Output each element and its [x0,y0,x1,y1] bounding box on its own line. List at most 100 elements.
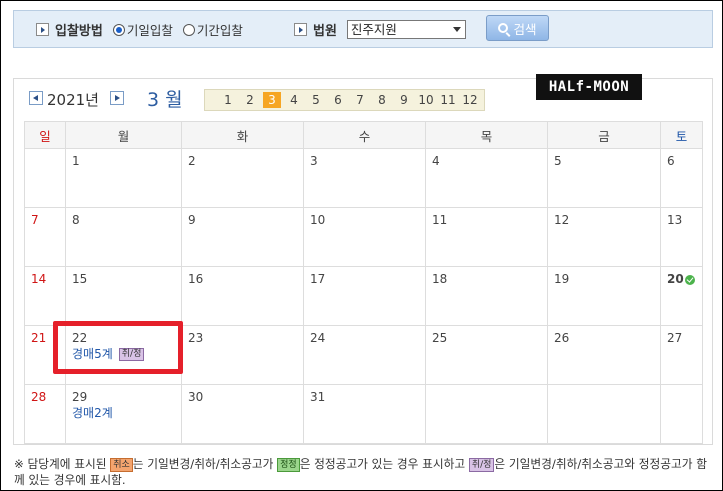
calendar-day-cell: 1 [65,148,182,208]
bid-method-label: 입찰방법 [55,24,103,39]
day-number: 10 [310,213,326,227]
calendar-day-cell: 10 [303,207,426,267]
day-number: 13 [667,213,683,227]
month-item-2[interactable]: 2 [239,93,261,107]
calendar-day-cell: 2 [181,148,304,208]
legend-text-2: 은 정정공고가 있는 경우 표시하고 [299,457,466,471]
search-button-label: 검색 [513,21,537,37]
calendar-grid: 일월화수목금토 1 2 3 4 5 6 7 8 9 10 11 12 13 14 15 16 17 18 19 20 2… [24,121,703,444]
day-number: 11 [432,213,448,227]
day-number: 24 [310,331,326,345]
legend-note: ※ 담당계에 표시된 취소 는 기일변경/취하/취소공고가 정정 은 정정공고가 있… [14,456,714,488]
day-number: 17 [310,272,326,286]
day-number: 5 [554,154,562,168]
calendar-day-cell: 15 [65,266,182,326]
calendar-body: 1 2 3 4 5 6 7 8 9 10 11 12 13 14 15 16 17 18 19 20 21 22 경매5계 취… [24,148,703,444]
search-icon [498,23,509,33]
court-dept-entry: 경매2계 [72,404,175,421]
next-year-button[interactable] [110,91,124,105]
month-item-6[interactable]: 6 [327,93,349,107]
month-item-4[interactable]: 4 [283,93,305,107]
calendar-day-cell [24,148,66,208]
calendar-day-cell: 30 [181,384,304,444]
month-item-11[interactable]: 11 [437,93,459,107]
day-number: 18 [432,272,448,286]
day-number: 15 [72,272,88,286]
day-number: 30 [188,390,204,404]
calendar-day-cell: 18 [425,266,548,326]
day-number: 27 [667,331,683,345]
watermark-logo: HALf-MOON [536,74,642,100]
calendar-day-cell: 29 경매2계 [65,384,182,444]
radio-unselected-icon[interactable] [182,23,195,36]
prev-year-button[interactable] [29,91,43,105]
arrow-right-icon [294,23,307,36]
calendar-day-cell: 25 [425,325,548,385]
calendar-day-cell: 6 [660,148,703,208]
calendar-day-cell [660,384,703,444]
month-item-5[interactable]: 5 [305,93,327,107]
court-select[interactable]: 진주지원 [346,20,466,39]
calendar-day-cell: 12 [547,207,661,267]
legend-prefix: ※ 담당계에 표시된 [14,457,107,471]
calendar-day-cell: 31 [303,384,426,444]
search-button[interactable]: 검색 [486,15,549,41]
legend-badge-both: 취/정 [468,457,495,472]
calendar-day-cell: 11 [425,207,548,267]
calendar-week-row: 7 8 9 10 11 12 13 [24,207,703,267]
calendar-panel: 2021년 3 월 1 2 3 4 5 6 7 8 9 10 11 12 HALf-MOON 일월화수… [13,74,713,445]
calendar-day-cell: 27 [660,325,703,385]
day-number: 16 [188,272,204,286]
day-number: 9 [188,213,196,227]
calendar-day-cell: 13 [660,207,703,267]
month-item-7[interactable]: 7 [349,93,371,107]
calendar-day-cell: 7 [24,207,66,267]
month-item-3[interactable]: 3 [263,92,281,108]
calendar-week-row: 1 2 3 4 5 6 [24,148,703,208]
day-number: 8 [72,213,80,227]
calendar-day-cell: 17 [303,266,426,326]
highlight-box [53,321,183,374]
arrow-right-icon [36,23,49,36]
day-number: 12 [554,213,570,227]
month-selector: 1 2 3 4 5 6 7 8 9 10 11 12 [204,89,485,111]
day-number: 14 [31,272,47,286]
calendar-day-cell: 8 [65,207,182,267]
month-item-10[interactable]: 10 [415,93,437,107]
radio-period-bid[interactable]: 기간입찰 [182,20,243,39]
calendar-day-cell: 16 [181,266,304,326]
month-label: 3 월 [147,89,183,111]
chevron-down-icon[interactable] [452,27,461,32]
day-number: 23 [188,331,204,345]
court-group: 법원 진주지원 [294,20,466,39]
day-number: 28 [31,390,47,404]
radio-selected-icon[interactable] [112,23,125,36]
month-item-8[interactable]: 8 [371,93,393,107]
month-item-12[interactable]: 12 [459,93,481,107]
month-item-9[interactable]: 9 [393,93,415,107]
calendar-day-cell [425,384,548,444]
year-label: 2021년 [47,91,99,109]
legend-badge-cancel: 취소 [110,457,133,472]
court-label: 법원 [313,24,337,39]
weekday-header: 월 [65,121,182,149]
calendar-day-cell [547,384,661,444]
day-number: 1 [72,154,80,168]
day-number: 7 [31,213,39,227]
month-item-1[interactable]: 1 [217,93,239,107]
day-number: 4 [432,154,440,168]
calendar-week-row: 14 15 16 17 18 19 20 [24,266,703,326]
weekday-header: 일 [24,121,66,149]
calendar-day-cell: 9 [181,207,304,267]
day-number: 26 [554,331,570,345]
court-dept-link[interactable]: 경매2계 [72,406,113,420]
calendar-day-cell: 26 [547,325,661,385]
radio-date-bid-label: 기일입찰 [126,23,173,38]
weekday-header: 목 [425,121,548,149]
weekday-header: 화 [181,121,304,149]
day-number: 6 [667,154,675,168]
weekday-header: 금 [547,121,661,149]
court-select-value: 진주지원 [350,22,397,37]
calendar-day-cell: 28 [24,384,66,444]
radio-date-bid[interactable]: 기일입찰 [112,20,173,39]
